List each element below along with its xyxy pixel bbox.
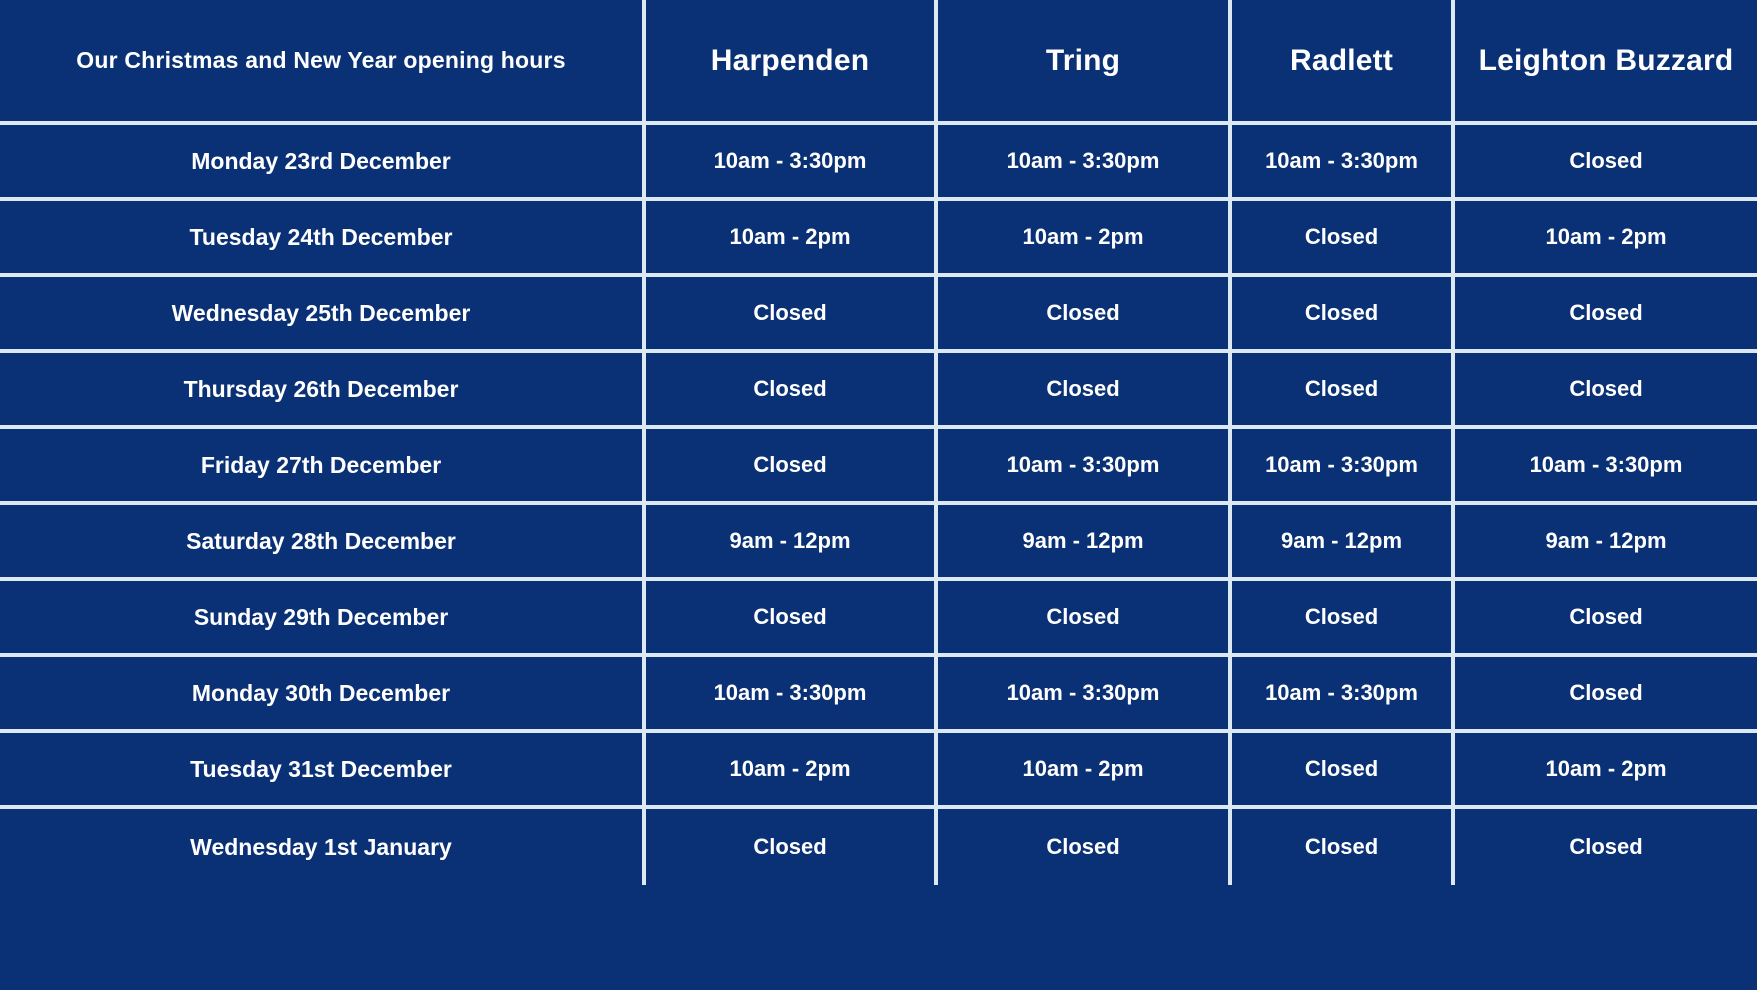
table-row: Sunday 29th December Closed Closed Close… xyxy=(0,581,1757,657)
day-label: Friday 27th December xyxy=(0,429,646,505)
hours-cell-tring: Closed xyxy=(938,809,1232,885)
table-row: Monday 30th December 10am - 3:30pm 10am … xyxy=(0,657,1757,733)
hours-cell-leighton-buzzard: Closed xyxy=(1455,353,1757,429)
hours-cell-radlett: 10am - 3:30pm xyxy=(1232,429,1455,505)
table-title: Our Christmas and New Year opening hours xyxy=(0,0,646,125)
hours-cell-tring: 10am - 3:30pm xyxy=(938,429,1232,505)
hours-cell-radlett: Closed xyxy=(1232,733,1455,809)
table-row: Tuesday 24th December 10am - 2pm 10am - … xyxy=(0,201,1757,277)
hours-cell-radlett: 9am - 12pm xyxy=(1232,505,1455,581)
day-label: Tuesday 24th December xyxy=(0,201,646,277)
column-header-leighton-buzzard: Leighton Buzzard xyxy=(1455,0,1757,125)
day-label: Saturday 28th December xyxy=(0,505,646,581)
hours-cell-tring: Closed xyxy=(938,277,1232,353)
hours-cell-tring: 10am - 3:30pm xyxy=(938,657,1232,733)
hours-cell-tring: Closed xyxy=(938,353,1232,429)
hours-cell-radlett: Closed xyxy=(1232,353,1455,429)
hours-cell-radlett: Closed xyxy=(1232,581,1455,657)
hours-cell-leighton-buzzard: 10am - 2pm xyxy=(1455,201,1757,277)
hours-cell-harpenden: 10am - 2pm xyxy=(646,201,938,277)
day-label: Monday 30th December xyxy=(0,657,646,733)
hours-cell-leighton-buzzard: Closed xyxy=(1455,277,1757,353)
hours-cell-harpenden: Closed xyxy=(646,429,938,505)
hours-cell-harpenden: Closed xyxy=(646,809,938,885)
hours-cell-tring: 10am - 2pm xyxy=(938,733,1232,809)
table-row: Wednesday 25th December Closed Closed Cl… xyxy=(0,277,1757,353)
hours-cell-harpenden: Closed xyxy=(646,277,938,353)
header-row: Our Christmas and New Year opening hours… xyxy=(0,0,1757,125)
day-label: Thursday 26th December xyxy=(0,353,646,429)
table-row: Monday 23rd December 10am - 3:30pm 10am … xyxy=(0,125,1757,201)
hours-cell-leighton-buzzard: 10am - 2pm xyxy=(1455,733,1757,809)
hours-cell-leighton-buzzard: Closed xyxy=(1455,125,1757,201)
day-label: Tuesday 31st December xyxy=(0,733,646,809)
hours-cell-leighton-buzzard: Closed xyxy=(1455,809,1757,885)
hours-cell-radlett: Closed xyxy=(1232,809,1455,885)
hours-cell-radlett: Closed xyxy=(1232,201,1455,277)
column-header-tring: Tring xyxy=(938,0,1232,125)
table-header: Our Christmas and New Year opening hours… xyxy=(0,0,1757,125)
hours-cell-tring: Closed xyxy=(938,581,1232,657)
day-label: Wednesday 1st January xyxy=(0,809,646,885)
hours-cell-radlett: 10am - 3:30pm xyxy=(1232,125,1455,201)
hours-cell-harpenden: 10am - 3:30pm xyxy=(646,125,938,201)
hours-cell-harpenden: 10am - 2pm xyxy=(646,733,938,809)
hours-cell-harpenden: Closed xyxy=(646,581,938,657)
table-row: Thursday 26th December Closed Closed Clo… xyxy=(0,353,1757,429)
table-row: Friday 27th December Closed 10am - 3:30p… xyxy=(0,429,1757,505)
hours-cell-tring: 9am - 12pm xyxy=(938,505,1232,581)
table-row: Saturday 28th December 9am - 12pm 9am - … xyxy=(0,505,1757,581)
column-header-radlett: Radlett xyxy=(1232,0,1455,125)
hours-cell-tring: 10am - 3:30pm xyxy=(938,125,1232,201)
day-label: Sunday 29th December xyxy=(0,581,646,657)
hours-cell-radlett: 10am - 3:30pm xyxy=(1232,657,1455,733)
table-row: Wednesday 1st January Closed Closed Clos… xyxy=(0,809,1757,885)
hours-cell-leighton-buzzard: Closed xyxy=(1455,581,1757,657)
hours-cell-leighton-buzzard: Closed xyxy=(1455,657,1757,733)
hours-cell-radlett: Closed xyxy=(1232,277,1455,353)
hours-cell-leighton-buzzard: 9am - 12pm xyxy=(1455,505,1757,581)
hours-cell-harpenden: 10am - 3:30pm xyxy=(646,657,938,733)
day-label: Monday 23rd December xyxy=(0,125,646,201)
hours-cell-harpenden: 9am - 12pm xyxy=(646,505,938,581)
day-label: Wednesday 25th December xyxy=(0,277,646,353)
column-header-harpenden: Harpenden xyxy=(646,0,938,125)
hours-cell-harpenden: Closed xyxy=(646,353,938,429)
hours-cell-leighton-buzzard: 10am - 3:30pm xyxy=(1455,429,1757,505)
hours-cell-tring: 10am - 2pm xyxy=(938,201,1232,277)
christmas-opening-hours-table: Our Christmas and New Year opening hours… xyxy=(0,0,1757,885)
table-body: Monday 23rd December 10am - 3:30pm 10am … xyxy=(0,125,1757,885)
table-row: Tuesday 31st December 10am - 2pm 10am - … xyxy=(0,733,1757,809)
